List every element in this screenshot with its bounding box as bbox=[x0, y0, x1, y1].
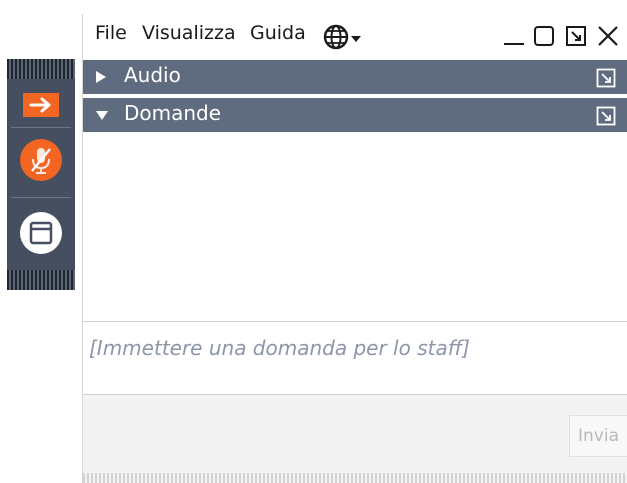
minimize-icon bbox=[504, 43, 524, 45]
popout-icon bbox=[566, 26, 586, 46]
close-button[interactable] bbox=[597, 25, 619, 51]
questions-popout-button[interactable] bbox=[596, 106, 616, 131]
menu-file[interactable]: File bbox=[95, 22, 127, 44]
language-menu[interactable] bbox=[322, 23, 370, 55]
minimize-button[interactable] bbox=[503, 25, 525, 51]
control-panel: File Visualizza Guida Audio Domande [Imm… bbox=[82, 14, 627, 483]
send-button[interactable]: Invia bbox=[569, 415, 627, 457]
mute-button[interactable] bbox=[7, 137, 75, 183]
globe-icon bbox=[323, 24, 361, 50]
control-strip bbox=[7, 59, 75, 290]
section-audio[interactable]: Audio bbox=[83, 60, 627, 94]
popout-button[interactable] bbox=[565, 25, 587, 51]
mic-muted-icon bbox=[20, 139, 62, 181]
window-icon bbox=[20, 212, 62, 254]
drag-handle-top[interactable] bbox=[7, 59, 75, 79]
question-input[interactable] bbox=[83, 322, 627, 394]
resize-handle[interactable] bbox=[83, 473, 627, 483]
questions-list bbox=[83, 136, 627, 321]
menu-view[interactable]: Visualizza bbox=[142, 22, 236, 44]
close-icon bbox=[598, 26, 618, 46]
window-button[interactable] bbox=[7, 210, 75, 256]
triangle-right-icon bbox=[96, 71, 106, 83]
maximize-icon bbox=[534, 26, 554, 46]
audio-popout-button[interactable] bbox=[596, 68, 616, 93]
menu-help[interactable]: Guida bbox=[250, 22, 306, 44]
share-button[interactable] bbox=[7, 87, 75, 123]
section-audio-label: Audio bbox=[124, 63, 181, 87]
section-questions[interactable]: Domande bbox=[83, 98, 627, 132]
section-questions-label: Domande bbox=[124, 101, 222, 125]
triangle-down-icon bbox=[96, 111, 108, 120]
popout-icon bbox=[596, 68, 616, 88]
maximize-button[interactable] bbox=[533, 25, 555, 51]
question-footer: Invia bbox=[83, 395, 627, 473]
arrow-right-icon bbox=[23, 93, 59, 117]
drag-handle-bottom[interactable] bbox=[7, 270, 75, 290]
menu-bar: File Visualizza Guida bbox=[83, 14, 627, 58]
popout-icon bbox=[596, 106, 616, 126]
